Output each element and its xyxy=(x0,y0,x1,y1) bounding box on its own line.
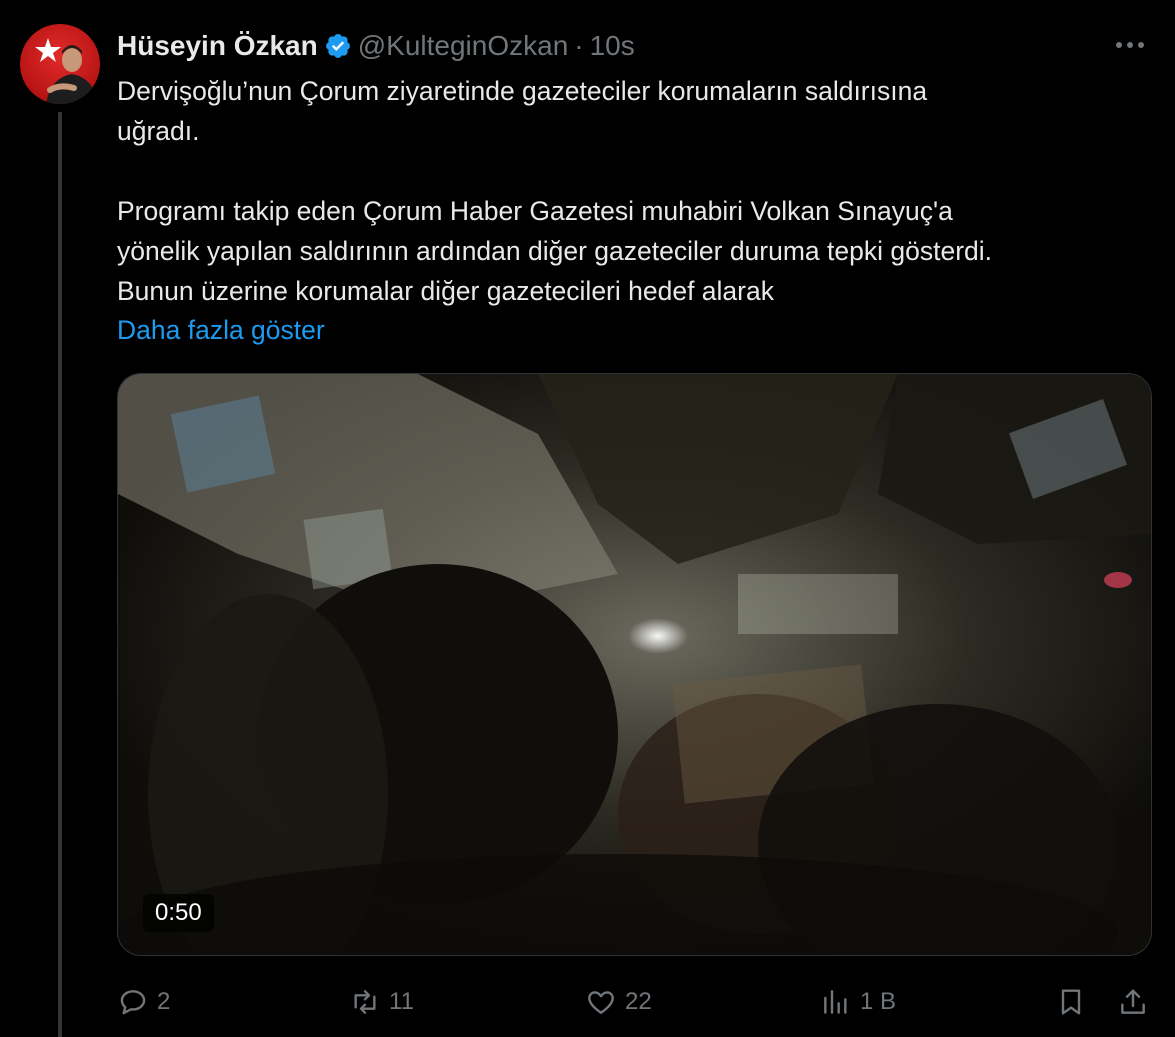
reply-icon xyxy=(120,990,146,1015)
more-options-button[interactable] xyxy=(1113,30,1147,60)
verified-badge-icon[interactable] xyxy=(324,32,352,60)
bookmark-icon xyxy=(1061,989,1081,1015)
reply-button[interactable]: 2 xyxy=(117,980,170,1024)
like-count: 22 xyxy=(625,988,652,1015)
analytics-icon xyxy=(824,990,847,1014)
tweet-text-line: uğradı. xyxy=(117,116,200,146)
thread-line xyxy=(58,112,62,1037)
separator-dot: · xyxy=(574,30,584,61)
author-handle[interactable]: @KulteginOzkan xyxy=(358,30,569,62)
retweet-icon xyxy=(354,990,376,1014)
tweet-header: Hüseyin Özkan @KulteginOzkan · 10s xyxy=(117,28,635,64)
video-player[interactable]: 0:50 xyxy=(117,373,1152,956)
retweet-button[interactable]: 11 xyxy=(349,980,414,1024)
tweet-text: Dervişoğlu’nun Çorum ziyaretinde gazetec… xyxy=(117,71,1147,311)
like-button[interactable]: 22 xyxy=(585,980,652,1024)
author-name[interactable]: Hüseyin Özkan xyxy=(117,30,318,62)
share-button[interactable] xyxy=(1117,980,1149,1024)
more-dots-icon xyxy=(1116,42,1144,48)
tweet-time[interactable]: 10s xyxy=(590,30,635,62)
views-count: 1 B xyxy=(860,988,897,1015)
share-icon xyxy=(1121,989,1145,1014)
video-duration-badge: 0:50 xyxy=(143,894,214,932)
bookmark-button[interactable] xyxy=(1055,980,1087,1024)
tweet-text-line: Bunun üzerine korumalar diğer gazetecile… xyxy=(117,276,774,306)
avatar-image xyxy=(35,38,98,104)
retweet-count: 11 xyxy=(389,988,414,1015)
tweet-actions: 2 11 22 1 B xyxy=(117,980,1152,1024)
tweet-text-line: Programı takip eden Çorum Haber Gazetesi… xyxy=(117,196,953,226)
show-more-link[interactable]: Daha fazla göster xyxy=(117,310,325,350)
heart-icon xyxy=(588,991,614,1014)
tweet-text-line: yönelik yapılan saldırının ardından diğe… xyxy=(117,236,993,266)
video-thumbnail xyxy=(118,374,1151,955)
reply-count: 2 xyxy=(157,988,171,1015)
views-button[interactable]: 1 B xyxy=(820,980,896,1024)
tweet-text-line: Dervişoğlu’nun Çorum ziyaretinde gazetec… xyxy=(117,76,928,106)
avatar[interactable] xyxy=(20,24,100,104)
